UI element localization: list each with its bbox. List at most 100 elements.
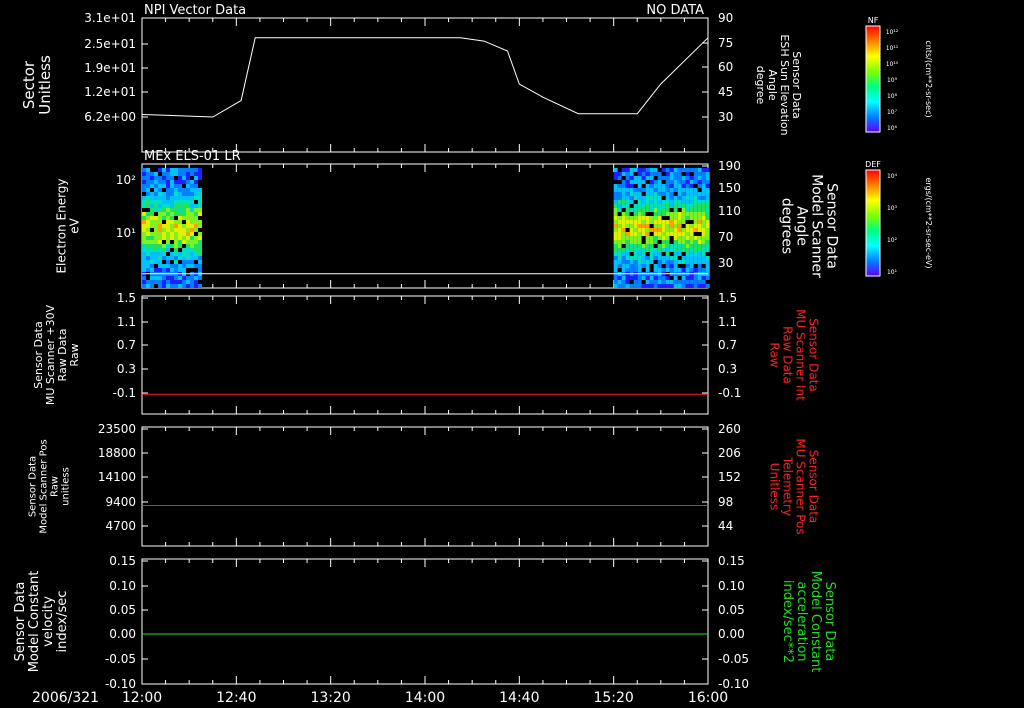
- spectrogram-cell: [625, 284, 630, 288]
- spectrogram-cell: [641, 256, 646, 260]
- spectrogram-cell: [617, 236, 622, 240]
- spectrogram-cell: [657, 188, 662, 192]
- spectrogram-cell: [198, 208, 202, 212]
- spectrogram-cell: [617, 244, 622, 248]
- spectrogram-cell: [677, 188, 682, 192]
- spectrogram-cell: [166, 204, 170, 208]
- spectrogram-cell: [158, 200, 162, 204]
- spectrogram-cell: [645, 216, 650, 220]
- spectrogram-cell: [653, 204, 658, 208]
- spectrogram-cell: [681, 208, 686, 212]
- spectrogram-cell: [158, 192, 162, 196]
- spectrogram-cell: [174, 248, 178, 252]
- spectrogram-cell: [669, 208, 674, 212]
- spectrogram-cell: [162, 228, 166, 232]
- spectrogram-cell: [673, 200, 678, 204]
- spectrogram-cell: [661, 236, 666, 240]
- spectrogram-cell: [182, 168, 186, 172]
- spectrogram-cell: [657, 180, 662, 184]
- spectrogram-cell: [693, 168, 698, 172]
- spectrogram-cell: [645, 280, 650, 284]
- spectrogram-cell: [186, 180, 190, 184]
- spectrogram-cell: [178, 240, 182, 244]
- spectrogram-cell: [190, 244, 194, 248]
- panel-3-y-tick-label: 0.3: [117, 362, 136, 376]
- spectrogram-cell: [645, 212, 650, 216]
- spectrogram-cell: [154, 208, 158, 212]
- spectrogram-cell: [170, 180, 174, 184]
- spectrogram-cell: [182, 220, 186, 224]
- spectrogram-cell: [142, 236, 146, 240]
- spectrogram-cell: [190, 172, 194, 176]
- spectrogram-cell: [645, 220, 650, 224]
- panel-4-y-tick-label: 4700: [105, 519, 136, 533]
- spectrogram-cell: [653, 236, 658, 240]
- colorbar-1-label: NF: [868, 16, 879, 25]
- panel-4-y2-label: MU Scanner Pos: [794, 438, 808, 534]
- spectrogram-cell: [158, 168, 162, 172]
- spectrogram-cell: [645, 252, 650, 256]
- spectrogram-cell: [693, 208, 698, 212]
- spectrogram-cell: [665, 212, 670, 216]
- panel-5-y2-label: acceleration: [794, 581, 809, 661]
- spectrogram-cell: [613, 180, 618, 184]
- spectrogram-cell: [194, 264, 198, 268]
- spectrogram-cell: [625, 264, 630, 268]
- spectrogram-cell: [645, 244, 650, 248]
- spectrogram-cell: [685, 192, 690, 196]
- spectrogram-cell: [198, 276, 202, 280]
- spectrogram-cell: [701, 224, 706, 228]
- spectrogram-cell: [194, 256, 198, 260]
- spectrogram-cell: [685, 276, 690, 280]
- spectrogram-cell: [665, 184, 670, 188]
- spectrogram-cell: [194, 268, 198, 272]
- spectrogram-cell: [657, 208, 662, 212]
- spectrogram-cell: [705, 224, 710, 228]
- spectrogram-cell: [685, 200, 690, 204]
- spectrogram-cell: [665, 232, 670, 236]
- spectrogram-cell: [653, 200, 658, 204]
- spectrogram-cell: [685, 268, 690, 272]
- spectrogram-cell: [633, 256, 638, 260]
- panel-5-y2-tick-label: -0.10: [718, 677, 749, 691]
- spectrogram-cell: [178, 180, 182, 184]
- spectrogram-cell: [697, 224, 702, 228]
- spectrogram-cell: [154, 256, 158, 260]
- spectrogram-cell: [182, 232, 186, 236]
- spectrogram-cell: [146, 244, 150, 248]
- spectrogram-cell: [701, 240, 706, 244]
- spectrogram-cell: [637, 264, 642, 268]
- spectrogram-cell: [649, 192, 654, 196]
- spectrogram-cell: [629, 224, 634, 228]
- panel-5-y-tick-label: -0.05: [105, 652, 136, 666]
- spectrogram-cell: [182, 192, 186, 196]
- spectrogram-cell: [142, 168, 146, 172]
- spectrogram-cell: [617, 168, 622, 172]
- spectrogram-cell: [194, 172, 198, 176]
- spectrogram-cell: [174, 268, 178, 272]
- spectrogram-cell: [653, 280, 658, 284]
- panel-5-frame: [141, 558, 709, 685]
- spectrogram-cell: [621, 220, 626, 224]
- spectrogram-cell: [625, 196, 630, 200]
- spectrogram-cell: [194, 176, 198, 180]
- spectrogram-cell: [174, 244, 178, 248]
- panel-2-y-label: Electron Energy: [55, 178, 69, 273]
- spectrogram-cell: [146, 248, 150, 252]
- spectrogram-cell: [697, 208, 702, 212]
- spectrogram-cell: [665, 176, 670, 180]
- spectrogram-cell: [653, 168, 658, 172]
- spectrogram-cell: [697, 268, 702, 272]
- spectrogram-cell: [190, 200, 194, 204]
- spectrogram-cell: [705, 260, 710, 264]
- spectrogram-cell: [194, 184, 198, 188]
- spectrogram-cell: [170, 236, 174, 240]
- spectrogram-cell: [697, 284, 702, 288]
- spectrogram-cell: [629, 208, 634, 212]
- panel-2-y-tick-label: 10²: [116, 173, 136, 187]
- spectrogram-cell: [142, 192, 146, 196]
- spectrogram-cell: [154, 248, 158, 252]
- spectrogram-cell: [174, 212, 178, 216]
- spectrogram-cell: [637, 224, 642, 228]
- spectrogram-cell: [613, 176, 618, 180]
